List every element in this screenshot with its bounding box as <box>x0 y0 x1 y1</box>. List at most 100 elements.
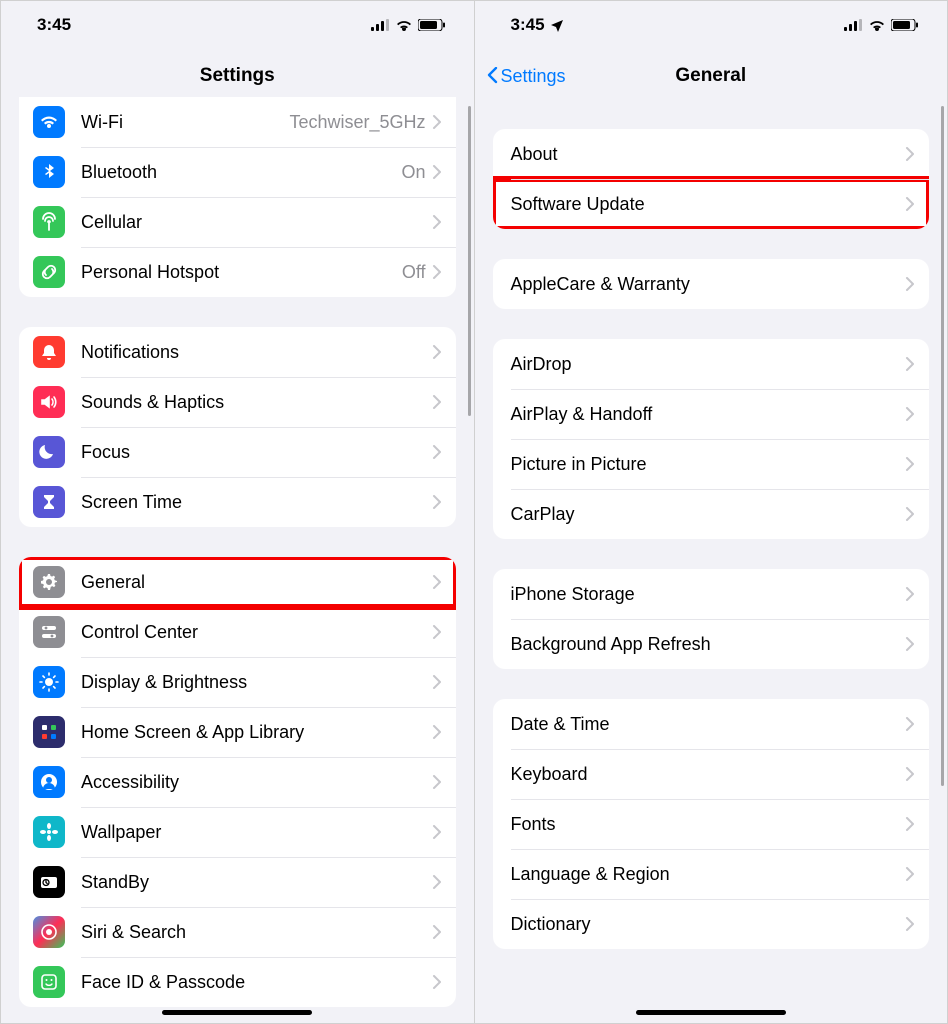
chevron-right-icon <box>432 345 442 359</box>
chevron-right-icon <box>905 147 915 161</box>
row-display[interactable]: Display & Brightness <box>19 657 456 707</box>
row-label: Sounds & Haptics <box>81 392 432 413</box>
row-dictionary[interactable]: Dictionary <box>493 899 930 949</box>
row-wifi[interactable]: Wi-Fi Techwiser_5GHz <box>19 97 456 147</box>
general-screen: 3:45 Settings General About Software Upd… <box>474 1 948 1023</box>
row-label: Software Update <box>511 194 906 215</box>
row-accessibility[interactable]: Accessibility <box>19 757 456 807</box>
display-icon <box>33 666 65 698</box>
row-label: Display & Brightness <box>81 672 432 693</box>
row-bgrefresh[interactable]: Background App Refresh <box>493 619 930 669</box>
chevron-right-icon <box>432 495 442 509</box>
chevron-right-icon <box>432 115 442 129</box>
row-siri[interactable]: Siri & Search <box>19 907 456 957</box>
chevron-right-icon <box>432 875 442 889</box>
row-language[interactable]: Language & Region <box>493 849 930 899</box>
row-datetime[interactable]: Date & Time <box>493 699 930 749</box>
row-label: Language & Region <box>511 864 906 885</box>
home-indicator[interactable] <box>636 1010 786 1015</box>
row-controlcenter[interactable]: Control Center <box>19 607 456 657</box>
row-bluetooth[interactable]: Bluetooth On <box>19 147 456 197</box>
row-label: Face ID & Passcode <box>81 972 432 993</box>
row-applecare[interactable]: AppleCare & Warranty <box>493 259 930 309</box>
chevron-right-icon <box>432 775 442 789</box>
row-standby[interactable]: StandBy <box>19 857 456 907</box>
row-value: On <box>401 162 425 183</box>
chevron-right-icon <box>432 925 442 939</box>
home-indicator[interactable] <box>162 1010 312 1015</box>
row-homescreen[interactable]: Home Screen & App Library <box>19 707 456 757</box>
row-about[interactable]: About <box>493 129 930 179</box>
chevron-right-icon <box>432 825 442 839</box>
back-button[interactable]: Settings <box>487 66 566 87</box>
row-pip[interactable]: Picture in Picture <box>493 439 930 489</box>
chevron-right-icon <box>432 395 442 409</box>
chevron-right-icon <box>432 165 442 179</box>
row-fonts[interactable]: Fonts <box>493 799 930 849</box>
chevron-right-icon <box>905 767 915 781</box>
faceid-icon <box>33 966 65 998</box>
chevron-right-icon <box>905 457 915 471</box>
scroll-indicator <box>468 106 471 416</box>
chevron-right-icon <box>432 725 442 739</box>
chevron-right-icon <box>905 867 915 881</box>
row-focus[interactable]: Focus <box>19 427 456 477</box>
chevron-right-icon <box>432 445 442 459</box>
cellular-icon <box>33 206 65 238</box>
general-list[interactable]: About Software Update AppleCare & Warran… <box>475 1 948 1023</box>
row-wallpaper[interactable]: Wallpaper <box>19 807 456 857</box>
row-software-update[interactable]: Software Update <box>493 179 930 229</box>
row-label: iPhone Storage <box>511 584 906 605</box>
row-label: Accessibility <box>81 772 432 793</box>
row-notifications[interactable]: Notifications <box>19 327 456 377</box>
chevron-right-icon <box>432 675 442 689</box>
chevron-right-icon <box>905 277 915 291</box>
chevron-right-icon <box>432 215 442 229</box>
chevron-right-icon <box>905 197 915 211</box>
hotspot-icon <box>33 256 65 288</box>
row-carplay[interactable]: CarPlay <box>493 489 930 539</box>
row-faceid[interactable]: Face ID & Passcode <box>19 957 456 1007</box>
settings-group: Notifications Sounds & Haptics Focus Scr… <box>19 327 456 527</box>
row-keyboard[interactable]: Keyboard <box>493 749 930 799</box>
scroll-indicator <box>941 106 944 786</box>
settings-group: General Control Center Display & Brightn… <box>19 557 456 1007</box>
chevron-right-icon <box>432 575 442 589</box>
row-airdrop[interactable]: AirDrop <box>493 339 930 389</box>
general-group: About Software Update <box>493 129 930 229</box>
row-general[interactable]: General <box>19 557 456 607</box>
row-label: Wallpaper <box>81 822 432 843</box>
sounds-icon <box>33 386 65 418</box>
row-label: Cellular <box>81 212 432 233</box>
general-group: AppleCare & Warranty <box>493 259 930 309</box>
settings-group: Wi-Fi Techwiser_5GHz Bluetooth On Cellul… <box>19 97 456 297</box>
row-sounds[interactable]: Sounds & Haptics <box>19 377 456 427</box>
row-label: Background App Refresh <box>511 634 906 655</box>
row-label: Fonts <box>511 814 906 835</box>
row-label: General <box>81 572 432 593</box>
row-value: Off <box>402 262 426 283</box>
siri-icon <box>33 916 65 948</box>
row-label: Focus <box>81 442 432 463</box>
row-label: Bluetooth <box>81 162 401 183</box>
homescreen-icon <box>33 716 65 748</box>
chevron-right-icon <box>905 407 915 421</box>
bluetooth-icon <box>33 156 65 188</box>
row-label: Keyboard <box>511 764 906 785</box>
row-airplay[interactable]: AirPlay & Handoff <box>493 389 930 439</box>
row-hotspot[interactable]: Personal Hotspot Off <box>19 247 456 297</box>
chevron-right-icon <box>432 625 442 639</box>
settings-list[interactable]: Wi-Fi Techwiser_5GHz Bluetooth On Cellul… <box>1 1 474 1023</box>
row-screentime[interactable]: Screen Time <box>19 477 456 527</box>
settings-screen: 3:45 Settings Wi-Fi Techwiser_5GHz Bluet… <box>1 1 474 1023</box>
general-icon <box>33 566 65 598</box>
row-label: Screen Time <box>81 492 432 513</box>
row-storage[interactable]: iPhone Storage <box>493 569 930 619</box>
row-label: AirDrop <box>511 354 906 375</box>
chevron-right-icon <box>905 637 915 651</box>
row-label: AirPlay & Handoff <box>511 404 906 425</box>
row-label: Wi-Fi <box>81 112 289 133</box>
wifi-icon <box>33 106 65 138</box>
row-cellular[interactable]: Cellular <box>19 197 456 247</box>
row-label: Date & Time <box>511 714 906 735</box>
